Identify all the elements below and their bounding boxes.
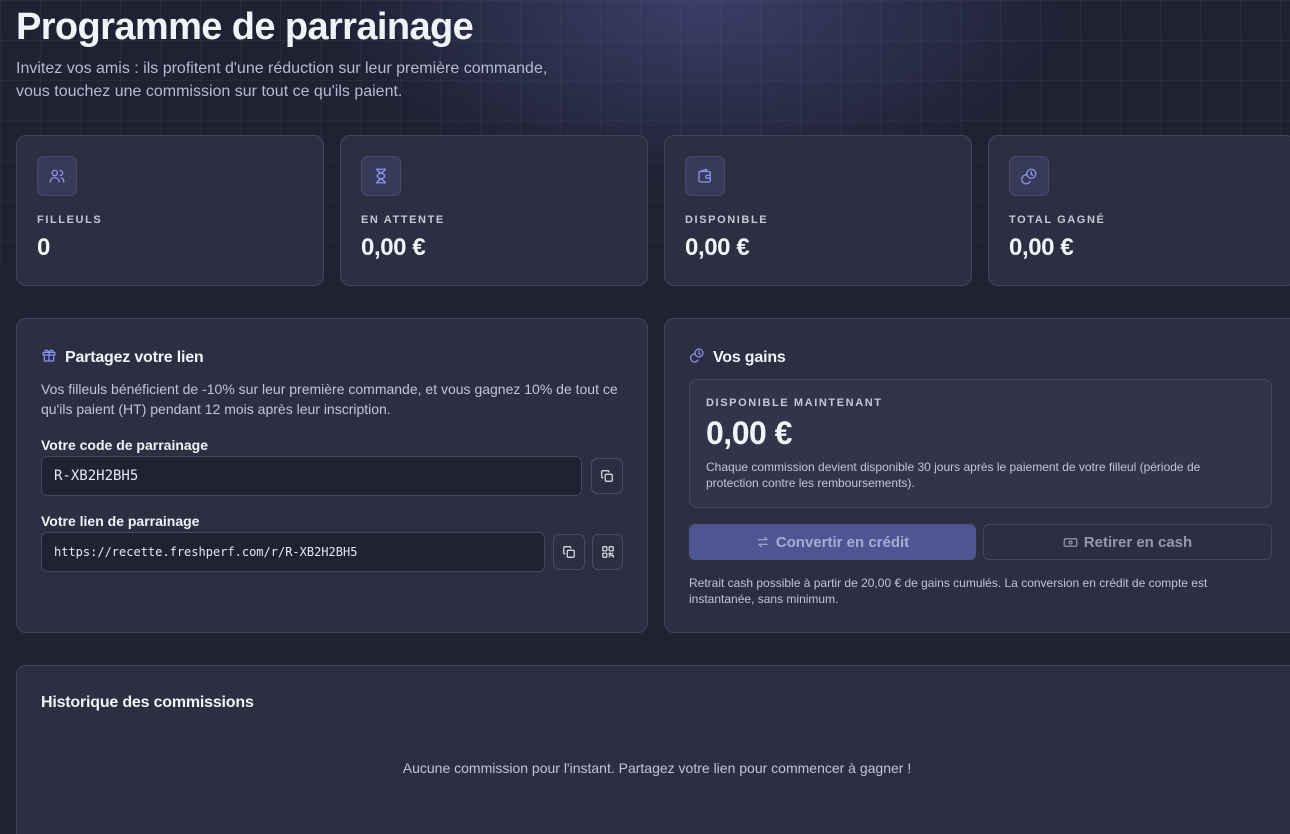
gains-title-text: Vos gains <box>713 348 786 366</box>
referral-link-value: https://recette.freshperf.com/r/R-XB2H2B… <box>54 545 358 559</box>
history-title: Historique des commissions <box>41 694 254 711</box>
copy-icon <box>601 470 613 482</box>
code-label: Votre code de parrainage <box>41 437 209 453</box>
copy-code-button[interactable] <box>591 458 623 494</box>
wallet-icon <box>685 156 725 196</box>
coins-icon <box>689 347 705 368</box>
stat-label: EN ATTENTE <box>361 214 445 226</box>
page-subtitle: Invitez vos amis : ils profitent d'une r… <box>16 57 616 103</box>
subtitle-line-1: Invitez vos amis : ils profitent d'une r… <box>16 60 548 77</box>
users-icon <box>37 156 77 196</box>
available-now-box: DISPONIBLE MAINTENANT 0,00 € Chaque comm… <box>689 379 1272 508</box>
qr-code-icon <box>601 546 614 558</box>
stat-card-en-attente: EN ATTENTE 0,00 € <box>340 135 648 286</box>
banknote-icon <box>1063 537 1078 547</box>
share-card: Partagez votre lien Vos filleuls bénéfic… <box>16 318 648 633</box>
copy-icon <box>563 546 575 558</box>
share-title-text: Partagez votre lien <box>65 348 204 366</box>
hourglass-icon <box>361 156 401 196</box>
referral-link-field[interactable]: https://recette.freshperf.com/r/R-XB2H2B… <box>41 532 545 572</box>
page-title: Programme de parrainage <box>16 6 474 48</box>
convert-to-credit-button[interactable]: Convertir en crédit <box>689 524 976 560</box>
available-amount: 0,00 € <box>706 415 792 451</box>
arrows-swap-icon <box>757 536 769 548</box>
coins-icon <box>1009 156 1049 196</box>
convert-label: Convertir en crédit <box>775 533 910 551</box>
stats-row: FILLEULS 0 EN ATTENTE 0,00 € DISPONIBLE … <box>16 135 1290 286</box>
stat-value: 0,00 € <box>685 234 750 261</box>
copy-link-button[interactable] <box>553 534 585 570</box>
link-label: Votre lien de parrainage <box>41 513 200 529</box>
referral-code-value: R-XB2H2BH5 <box>54 468 139 484</box>
available-label: DISPONIBLE MAINTENANT <box>706 397 883 409</box>
stat-label: DISPONIBLE <box>685 214 769 226</box>
withdraw-cash-button[interactable]: Retirer en cash <box>983 524 1272 560</box>
gift-icon <box>41 347 57 368</box>
stat-card-total-gagne: TOTAL GAGNÉ 0,00 € <box>988 135 1290 286</box>
available-note: Chaque commission devient disponible 30 … <box>706 460 1201 490</box>
stat-card-disponible: DISPONIBLE 0,00 € <box>664 135 972 286</box>
stat-label: TOTAL GAGNÉ <box>1009 214 1106 226</box>
withdraw-label: Retirer en cash <box>1083 533 1193 551</box>
gains-card: Vos gains DISPONIBLE MAINTENANT 0,00 € C… <box>664 318 1290 633</box>
referral-code-field[interactable]: R-XB2H2BH5 <box>41 456 582 496</box>
share-description: Vos filleuls bénéficient de -10% sur leu… <box>41 381 618 417</box>
stat-value: 0,00 € <box>361 234 426 261</box>
history-empty-state: Aucune commission pour l'instant. Partag… <box>402 760 912 776</box>
gains-footnote: Retrait cash possible à partir de 20,00 … <box>689 576 1208 606</box>
gains-card-title: Vos gains <box>689 347 786 368</box>
stat-label: FILLEULS <box>37 214 103 226</box>
qr-code-button[interactable] <box>592 534 623 570</box>
stat-value: 0 <box>37 234 50 261</box>
stat-card-filleuls: FILLEULS 0 <box>16 135 324 286</box>
subtitle-line-2: vous touchez une commission sur tout ce … <box>16 83 403 100</box>
commission-history-card: Historique des commissions Aucune commis… <box>16 665 1290 834</box>
stat-value: 0,00 € <box>1009 234 1074 261</box>
share-card-title: Partagez votre lien <box>41 347 204 368</box>
